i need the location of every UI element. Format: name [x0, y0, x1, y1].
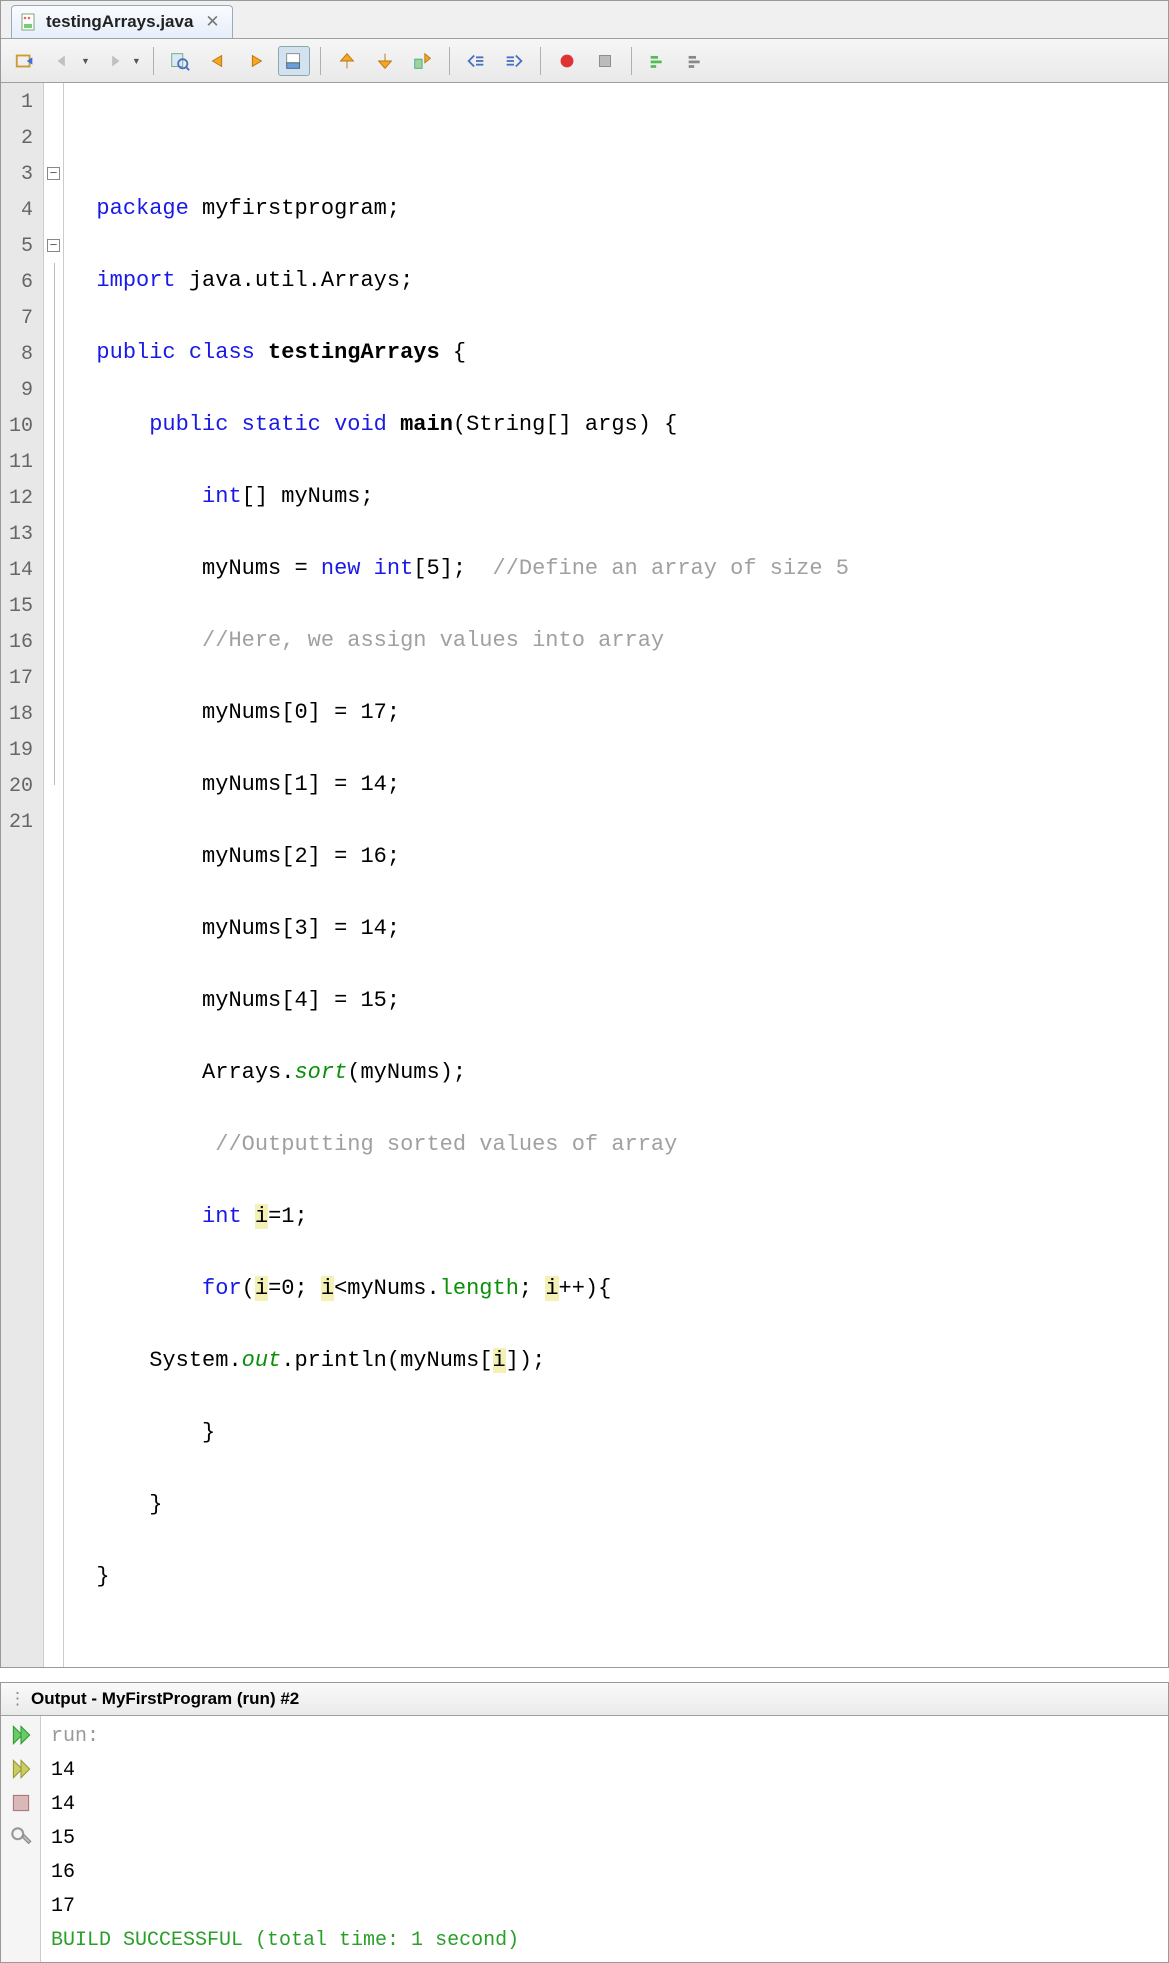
stop-macro-button[interactable] [589, 46, 621, 76]
output-pane: ⋮ Output - MyFirstProgram (run) #2 run: … [0, 1682, 1169, 1963]
stop-button[interactable] [8, 1790, 34, 1816]
tab-bar: testingArrays.java ✕ [1, 1, 1168, 39]
output-success: BUILD SUCCESSFUL (total time: 1 second) [51, 1924, 1158, 1958]
comment-button[interactable] [642, 46, 674, 76]
find-next-button[interactable] [240, 46, 272, 76]
output-line: 15 [51, 1822, 1158, 1856]
output-run-label: run: [51, 1720, 1158, 1754]
tab-close-icon[interactable]: ✕ [201, 12, 219, 32]
editor-toolbar: ▼ ▼ [1, 39, 1168, 83]
output-title: Output - MyFirstProgram (run) #2 [31, 1689, 299, 1709]
last-edit-button[interactable] [9, 46, 41, 76]
back-button[interactable] [47, 46, 79, 76]
grip-icon[interactable]: ⋮ [9, 1689, 25, 1709]
rerun-button[interactable] [8, 1722, 34, 1748]
tab-filename: testingArrays.java [46, 12, 193, 32]
dropdown-icon[interactable]: ▼ [132, 56, 141, 66]
code-area[interactable]: 123456789101112131415161718192021 − − pa… [1, 83, 1168, 1667]
dropdown-icon[interactable]: ▼ [81, 56, 90, 66]
shift-left-button[interactable] [460, 46, 492, 76]
output-line: 17 [51, 1890, 1158, 1924]
toggle-bookmark-button[interactable] [407, 46, 439, 76]
toggle-highlight-button[interactable] [278, 46, 310, 76]
fold-column: − − [44, 83, 64, 1667]
fold-toggle-icon[interactable]: − [47, 239, 60, 252]
fold-toggle-icon[interactable]: − [47, 167, 60, 180]
prev-bookmark-button[interactable] [331, 46, 363, 76]
find-selection-button[interactable] [164, 46, 196, 76]
output-line: 16 [51, 1856, 1158, 1890]
shift-right-button[interactable] [498, 46, 530, 76]
file-tab[interactable]: testingArrays.java ✕ [11, 5, 233, 38]
code-text[interactable]: package myfirstprogram; import java.util… [64, 83, 1168, 1667]
line-gutter: 123456789101112131415161718192021 [1, 83, 44, 1667]
settings-button[interactable] [8, 1824, 34, 1850]
find-prev-button[interactable] [202, 46, 234, 76]
output-line: 14 [51, 1788, 1158, 1822]
editor-pane: testingArrays.java ✕ ▼ ▼ 123456789101112… [0, 0, 1169, 1668]
forward-button[interactable] [98, 46, 130, 76]
output-text[interactable]: run: 14 14 15 16 17 BUILD SUCCESSFUL (to… [41, 1716, 1168, 1962]
java-file-icon [20, 13, 38, 31]
next-bookmark-button[interactable] [369, 46, 401, 76]
output-line: 14 [51, 1754, 1158, 1788]
start-macro-button[interactable] [551, 46, 583, 76]
rerun-alt-button[interactable] [8, 1756, 34, 1782]
output-toolbar [1, 1716, 41, 1962]
uncomment-button[interactable] [680, 46, 712, 76]
output-header: ⋮ Output - MyFirstProgram (run) #2 [1, 1683, 1168, 1716]
